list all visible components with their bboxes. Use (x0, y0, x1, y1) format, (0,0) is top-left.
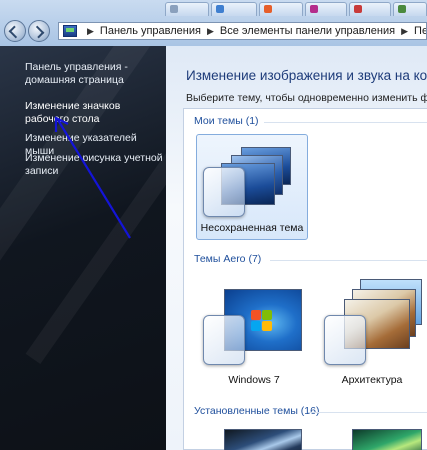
tab-3[interactable] (259, 2, 303, 16)
page-title: Изменение изображения и звука на ком (186, 68, 427, 83)
page-subtitle: Выберите тему, чтобы одновременно измени… (186, 92, 427, 104)
theme-preview-card (352, 429, 422, 450)
chevron-right-icon[interactable]: ▶ (87, 26, 94, 37)
theme-name-unsaved: Несохраненная тема (200, 222, 304, 234)
theme-installed-1[interactable] (198, 421, 310, 450)
chevron-right-icon[interactable]: ▶ (207, 26, 214, 37)
back-icon[interactable] (4, 20, 26, 42)
windows-logo-icon (251, 310, 273, 332)
glass-color-swatch (324, 315, 366, 365)
link-change-account-picture[interactable]: Изменение рисунка учетной записи (25, 152, 165, 178)
main-pane: Изменение изображения и звука на ком Выб… (166, 46, 427, 450)
theme-preview-card (224, 429, 302, 450)
glass-color-swatch (203, 167, 245, 217)
forward-icon[interactable] (28, 20, 50, 42)
theme-installed-2[interactable] (316, 421, 427, 450)
tab-6[interactable] (393, 2, 427, 16)
theme-name-windows-7: Windows 7 (228, 374, 280, 386)
tab-4[interactable] (305, 2, 347, 16)
taskbar-tabs (165, 0, 427, 18)
group-divider (270, 260, 427, 261)
theme-windows-7[interactable]: Windows 7 (198, 277, 310, 395)
group-aero-themes: Темы Aero (7) (194, 253, 262, 265)
theme-unsaved[interactable]: Несохраненная тема (196, 134, 308, 240)
breadcrumb-all-items[interactable]: Все элементы панели управления (220, 25, 395, 37)
tab-2[interactable] (211, 2, 257, 16)
theme-name-architecture: Архитектура (341, 374, 403, 386)
group-installed-themes: Установленные темы (16) (194, 405, 320, 417)
window-toolbar: ▶ Панель управления ▶ Все элементы панел… (0, 0, 427, 46)
theme-architecture[interactable]: Архитектура (316, 277, 427, 395)
tab-1[interactable] (165, 2, 209, 16)
theme-list[interactable]: Мои темы (1) Несохраненная тема Темы Aer… (183, 108, 427, 450)
group-divider (308, 412, 427, 413)
link-control-panel-home[interactable]: Панель управления - домашняя страница (25, 61, 165, 87)
left-task-pane: Панель управления - домашняя страница Из… (0, 46, 166, 450)
chevron-right-icon[interactable]: ▶ (401, 26, 408, 37)
glass-color-swatch (203, 315, 245, 365)
group-divider (264, 122, 427, 123)
group-my-themes: Мои темы (1) (194, 115, 259, 127)
tab-5[interactable] (349, 2, 391, 16)
control-panel-icon (63, 25, 77, 37)
breadcrumb-personalization[interactable]: Персонали (414, 25, 426, 37)
breadcrumb-control-panel[interactable]: Панель управления (100, 25, 201, 37)
link-change-desktop-icons[interactable]: Изменение значков рабочего стола (25, 100, 165, 126)
address-bar[interactable]: ▶ Панель управления ▶ Все элементы панел… (58, 22, 427, 40)
